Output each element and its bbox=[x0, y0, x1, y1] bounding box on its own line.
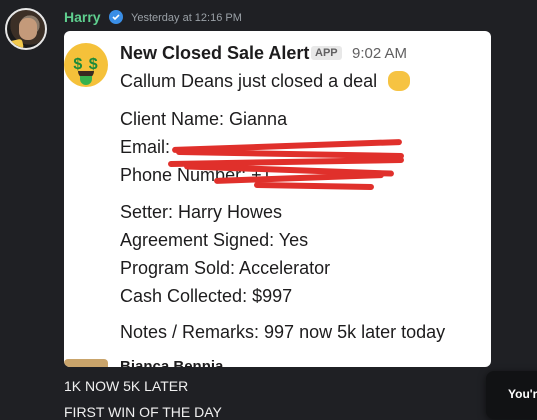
avatar-badge-icon bbox=[8, 38, 24, 48]
attachment-image[interactable]: $ $ New Closed Sale Alert APP 9:02 AM Ca… bbox=[64, 31, 491, 367]
field-cash: Cash Collected: $997 bbox=[120, 286, 293, 306]
headline-text: Callum Deans just closed a deal bbox=[120, 71, 378, 91]
timestamp: Yesterday at 12:16 PM bbox=[131, 12, 242, 24]
headline: Callum Deans just closed a deal bbox=[120, 71, 411, 92]
field-client-name: Client Name: Gianna bbox=[120, 109, 288, 129]
money-tongue-icon bbox=[80, 76, 92, 85]
message-text-line-2: FIRST WIN OF THE DAY bbox=[64, 404, 222, 420]
field-setter: Setter: Harry Howes bbox=[120, 202, 283, 222]
waving-hand-icon bbox=[388, 71, 411, 91]
next-message-preview: Bianca Bennia bbox=[120, 358, 224, 367]
toast-popup[interactable]: You'r bbox=[486, 371, 537, 419]
alert-title: New Closed Sale Alert bbox=[120, 43, 310, 63]
next-message-avatar bbox=[64, 359, 108, 367]
field-agreement: Agreement Signed: Yes bbox=[120, 230, 309, 250]
username[interactable]: Harry bbox=[64, 9, 101, 25]
field-notes: Notes / Remarks: 997 now 5k later today bbox=[120, 322, 446, 342]
avatar[interactable] bbox=[5, 8, 47, 50]
field-program: Program Sold: Accelerator bbox=[120, 258, 331, 278]
message-text-line-1: 1K NOW 5K LATER bbox=[64, 378, 189, 394]
alert-time: 9:02 AM bbox=[352, 45, 408, 62]
app-badge: APP bbox=[311, 46, 342, 60]
avatar-photo bbox=[19, 18, 37, 40]
toast-text: You'r bbox=[508, 387, 537, 401]
field-email: Email: bbox=[120, 137, 171, 157]
verified-icon bbox=[109, 10, 123, 24]
money-face-emoji-icon: $ $ bbox=[64, 43, 108, 87]
